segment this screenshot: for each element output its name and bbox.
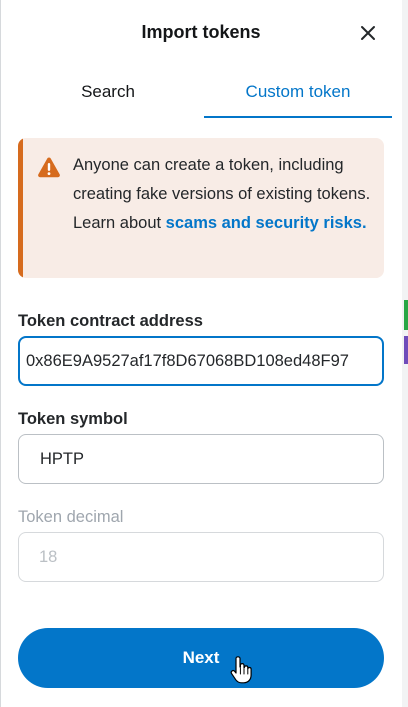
contract-address-input[interactable]: 0x86E9A9527af17f8D67068BD108ed48F97 (18, 336, 384, 386)
hand-pointer-icon (230, 656, 252, 684)
warning-banner: Anyone can create a token, including cre… (18, 138, 384, 278)
tab-custom-token[interactable]: Custom token (204, 72, 392, 118)
window-edge (0, 0, 1, 707)
page-title: Import tokens (141, 22, 261, 42)
background-accent-green (404, 300, 408, 330)
token-symbol-input[interactable]: HPTP (18, 434, 384, 484)
next-button[interactable]: Next (18, 628, 384, 688)
background-page-edge (402, 0, 408, 707)
token-decimal-value: 18 (39, 548, 58, 566)
warning-message: Anyone can create a token, including cre… (73, 151, 373, 238)
warning-accent-bar (18, 138, 23, 278)
contract-address-label: Token contract address (18, 312, 203, 330)
token-symbol-value: HPTP (40, 450, 85, 468)
token-decimal-input: 18 (18, 532, 384, 582)
token-symbol-label: Token symbol (18, 410, 128, 428)
tab-bar: Search Custom token (10, 72, 392, 118)
tab-search[interactable]: Search (10, 72, 206, 116)
token-decimal-label: Token decimal (18, 508, 124, 526)
close-button[interactable] (358, 23, 378, 43)
scams-security-link[interactable]: scams and security risks. (166, 214, 367, 232)
contract-address-value: 0x86E9A9527af17f8D67068BD108ed48F97 (26, 352, 349, 370)
modal-header: Import tokens (0, 0, 402, 66)
warning-icon (38, 157, 60, 178)
background-accent-purple (404, 336, 408, 364)
close-icon (361, 26, 375, 40)
